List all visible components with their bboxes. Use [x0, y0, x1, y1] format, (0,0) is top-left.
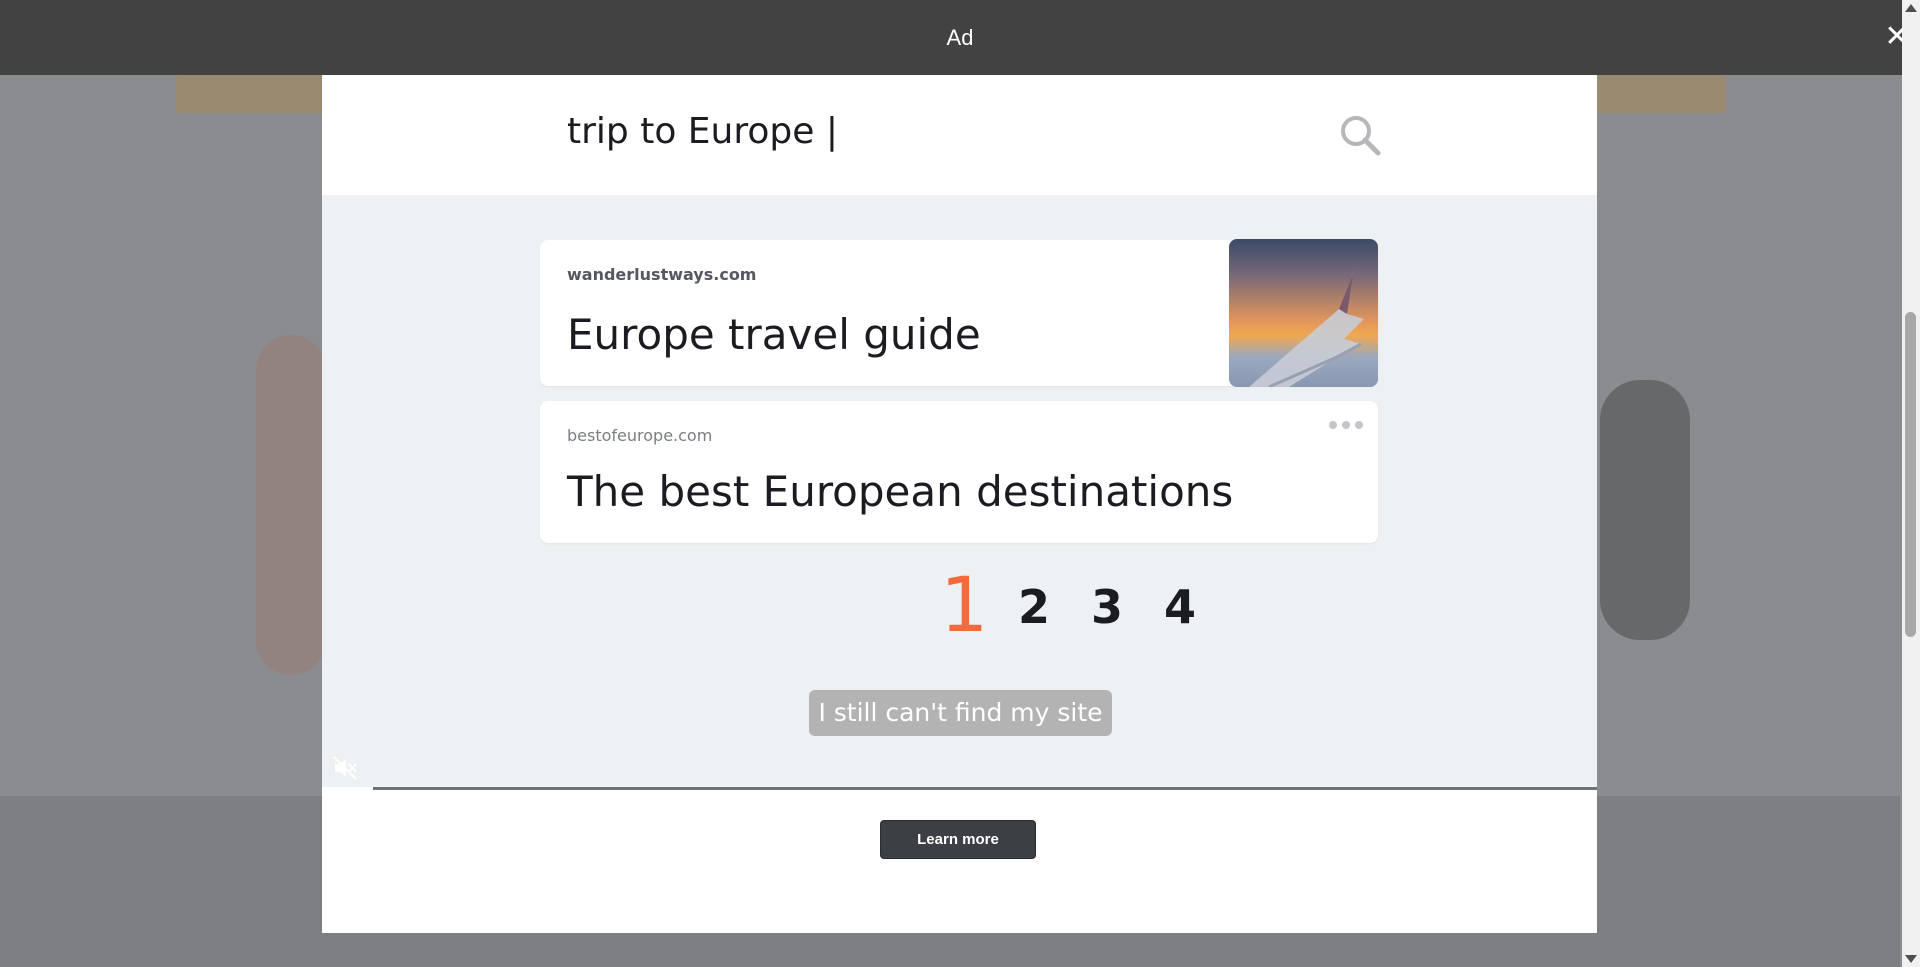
muted-speaker-icon[interactable]	[332, 755, 358, 781]
cant-find-site-button: I still can't find my site	[809, 690, 1112, 736]
result-title: Europe travel guide	[567, 310, 981, 359]
result-domain: bestofeurope.com	[567, 426, 713, 445]
airplane-wing-icon	[1249, 271, 1364, 387]
video-progress-remaining	[373, 787, 1597, 790]
ad-video[interactable]: trip to Europe | wanderlustways.com Euro…	[322, 75, 1597, 790]
ad-modal: trip to Europe | wanderlustways.com Euro…	[322, 75, 1597, 933]
search-query: trip to Europe |	[567, 111, 838, 152]
result-pagination: 1 2 3 4	[322, 560, 1597, 650]
background-product-right	[1600, 380, 1690, 640]
learn-more-button[interactable]: Learn more	[880, 820, 1036, 859]
page-number-1: 1	[940, 560, 989, 649]
search-result-card[interactable]: wanderlustways.com Europe travel guide	[540, 239, 1378, 387]
scrollbar-thumb[interactable]	[1905, 312, 1916, 637]
page-number-4: 4	[1164, 580, 1197, 634]
page-number-2: 2	[1018, 580, 1051, 634]
search-icon	[1341, 116, 1381, 156]
airplane-wing-thumbnail	[1229, 239, 1378, 387]
search-result-card[interactable]: bestofeurope.com The best European desti…	[540, 401, 1378, 543]
scroll-down-arrow-icon[interactable]	[1905, 955, 1917, 963]
background-product-left	[256, 335, 326, 675]
page-number-3: 3	[1091, 580, 1124, 634]
ad-header-bar: Ad ✕	[0, 0, 1920, 75]
result-title: The best European destinations	[567, 467, 1234, 516]
page-scrollbar[interactable]	[1902, 0, 1920, 967]
scroll-up-arrow-icon[interactable]	[1905, 4, 1917, 12]
search-bar: trip to Europe |	[322, 75, 1597, 195]
ad-label: Ad	[946, 24, 974, 50]
result-domain: wanderlustways.com	[567, 265, 757, 284]
more-horizontal-icon[interactable]	[1328, 419, 1364, 431]
